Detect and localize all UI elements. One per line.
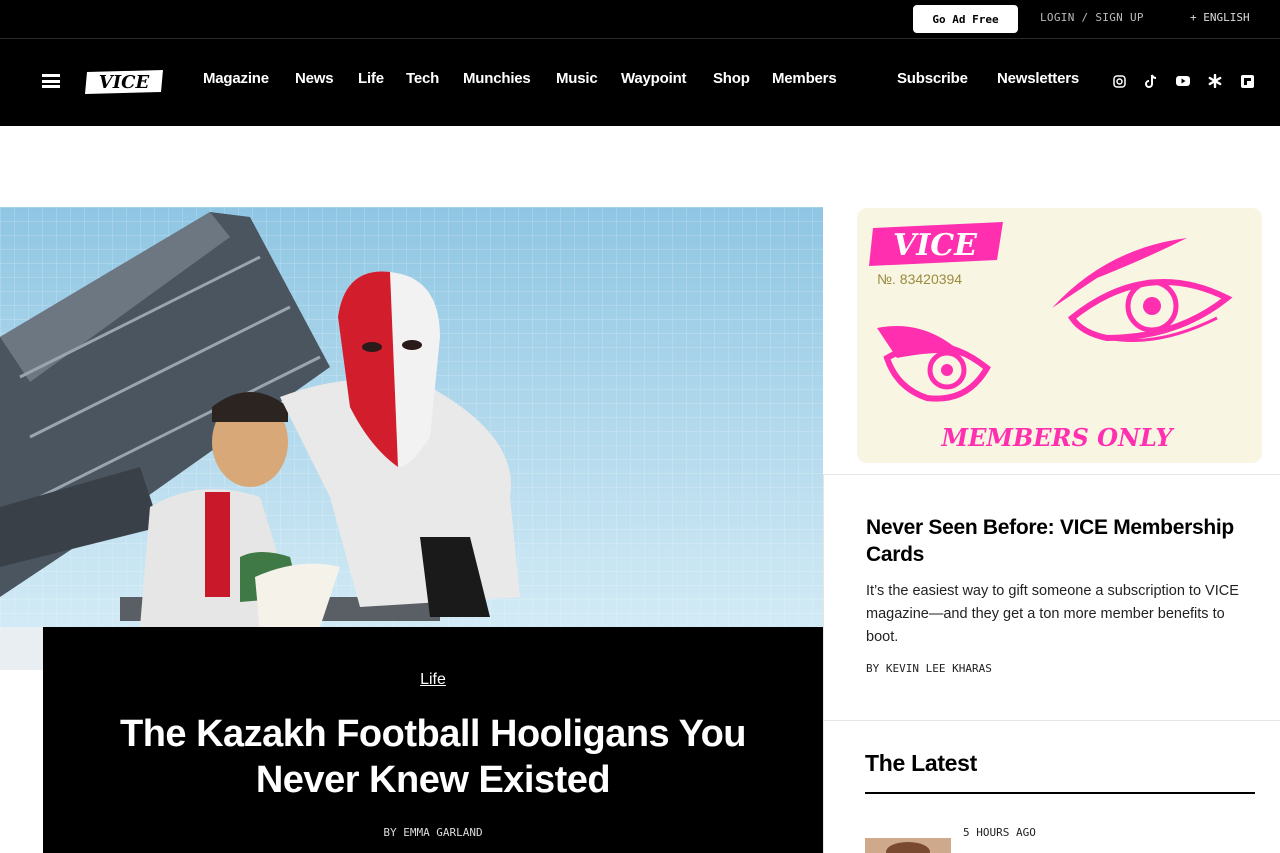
nav-link-shop[interactable]: Shop — [713, 70, 750, 87]
hero-category-link[interactable]: Life — [43, 671, 823, 689]
nav-link-members[interactable]: Members — [772, 70, 837, 87]
latest-item-timestamp: 5 HOURS AGO — [963, 826, 1036, 839]
sidebar-divider — [823, 720, 1280, 721]
nav-link-magazine[interactable]: Magazine — [203, 70, 269, 87]
hero-byline[interactable]: BY EMMA GARLAND — [43, 826, 823, 839]
nav-link-waypoint[interactable]: Waypoint — [621, 70, 687, 87]
instagram-icon[interactable] — [1111, 73, 1127, 89]
hero-article-card[interactable]: Life The Kazakh Football Hooligans You N… — [43, 627, 823, 853]
utility-bar: Go Ad Free LOGIN / SIGN UP + ENGLISH — [0, 0, 1280, 39]
hero-title[interactable]: The Kazakh Football Hooligans You Never … — [83, 711, 783, 803]
sidebar-divider — [823, 474, 824, 853]
language-selector[interactable]: + ENGLISH — [1190, 11, 1250, 24]
sidebar-divider — [823, 474, 1280, 475]
nav-link-life[interactable]: Life — [358, 70, 384, 87]
nav-link-tech[interactable]: Tech — [406, 70, 439, 87]
youtube-icon[interactable] — [1175, 73, 1191, 89]
vice-logo[interactable]: VICE — [84, 68, 166, 96]
hero-image[interactable] — [0, 207, 823, 670]
promo-title[interactable]: Never Seen Before: VICE Membership Cards — [866, 514, 1256, 568]
main-nav: VICE Magazine News Life Tech Munchies Mu… — [0, 39, 1280, 126]
subscribe-link[interactable]: Subscribe — [897, 70, 968, 87]
login-signup-link[interactable]: LOGIN / SIGN UP — [1040, 11, 1144, 24]
flipboard-icon[interactable] — [1239, 73, 1255, 89]
hamburger-menu-icon[interactable] — [42, 74, 60, 88]
membership-card-image[interactable]: VICE №. 83420394 MEMBERS ONLY — [857, 208, 1262, 463]
nav-link-music[interactable]: Music — [556, 70, 598, 87]
svg-text:MEMBERS ONLY: MEMBERS ONLY — [941, 423, 1176, 452]
go-ad-free-button[interactable]: Go Ad Free — [913, 5, 1018, 33]
promo-description: It’s the easiest way to gift someone a s… — [866, 583, 1239, 645]
newsletters-link[interactable]: Newsletters — [997, 70, 1079, 87]
nav-link-news[interactable]: News — [295, 70, 334, 87]
nav-link-munchies[interactable]: Munchies — [463, 70, 531, 87]
svg-text:№. 83420394: №. 83420394 — [877, 271, 962, 287]
latest-divider — [865, 792, 1255, 794]
svg-text:VICE: VICE — [893, 228, 978, 263]
promo-byline[interactable]: BY KEVIN LEE KHARAS — [866, 662, 992, 675]
asterisk-icon[interactable] — [1207, 73, 1223, 89]
latest-heading: The Latest — [865, 750, 978, 776]
svg-text:VICE: VICE — [99, 72, 150, 93]
latest-item-thumbnail[interactable] — [865, 838, 951, 853]
tiktok-icon[interactable] — [1143, 73, 1159, 89]
